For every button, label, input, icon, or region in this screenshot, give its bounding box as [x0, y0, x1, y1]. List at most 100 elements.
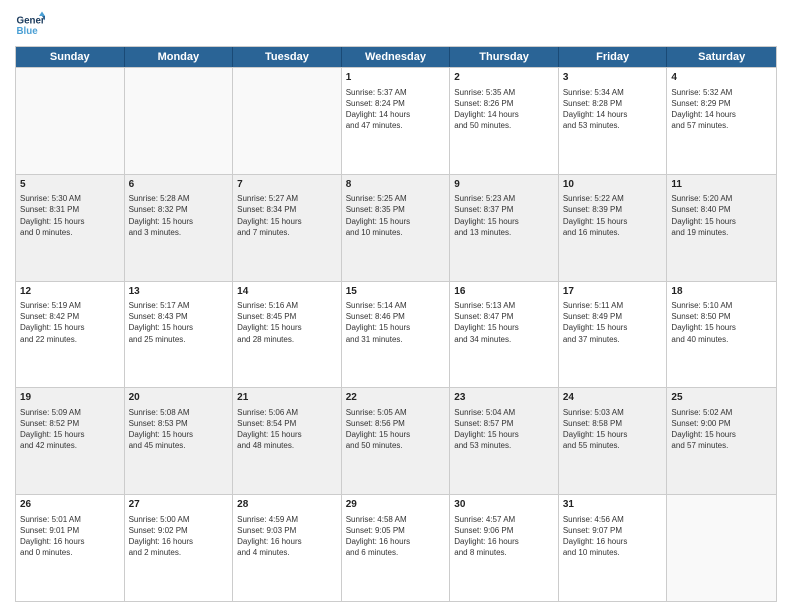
logo: General Blue	[15, 10, 45, 40]
calendar-cell: 5Sunrise: 5:30 AM Sunset: 8:31 PM Daylig…	[16, 175, 125, 281]
day-header-saturday: Saturday	[667, 47, 776, 67]
calendar-header: SundayMondayTuesdayWednesdayThursdayFrid…	[16, 47, 776, 67]
day-content: Sunrise: 4:56 AM Sunset: 9:07 PM Dayligh…	[563, 514, 663, 559]
calendar-cell: 11Sunrise: 5:20 AM Sunset: 8:40 PM Dayli…	[667, 175, 776, 281]
day-content: Sunrise: 5:34 AM Sunset: 8:28 PM Dayligh…	[563, 87, 663, 132]
calendar-cell: 16Sunrise: 5:13 AM Sunset: 8:47 PM Dayli…	[450, 282, 559, 388]
calendar-cell: 17Sunrise: 5:11 AM Sunset: 8:49 PM Dayli…	[559, 282, 668, 388]
calendar-cell: 8Sunrise: 5:25 AM Sunset: 8:35 PM Daylig…	[342, 175, 451, 281]
day-content: Sunrise: 5:17 AM Sunset: 8:43 PM Dayligh…	[129, 300, 229, 345]
day-content: Sunrise: 5:03 AM Sunset: 8:58 PM Dayligh…	[563, 407, 663, 452]
day-number: 25	[671, 391, 772, 405]
day-content: Sunrise: 5:35 AM Sunset: 8:26 PM Dayligh…	[454, 87, 554, 132]
day-header-thursday: Thursday	[450, 47, 559, 67]
calendar-cell: 31 Sunrise: 4:56 AM Sunset: 9:07 PM Dayli…	[559, 495, 668, 601]
day-number: 14	[237, 285, 337, 299]
calendar-cell: 10Sunrise: 5:22 AM Sunset: 8:39 PM Dayli…	[559, 175, 668, 281]
day-header-tuesday: Tuesday	[233, 47, 342, 67]
day-content: Sunrise: 5:27 AM Sunset: 8:34 PM Dayligh…	[237, 193, 337, 238]
day-content: Sunrise: 5:28 AM Sunset: 8:32 PM Dayligh…	[129, 193, 229, 238]
day-content: Sunrise: 5:00 AM Sunset: 9:02 PM Dayligh…	[129, 514, 229, 559]
day-header-monday: Monday	[125, 47, 234, 67]
calendar-cell: 9Sunrise: 5:23 AM Sunset: 8:37 PM Daylig…	[450, 175, 559, 281]
day-content: Sunrise: 5:02 AM Sunset: 9:00 PM Dayligh…	[671, 407, 772, 452]
day-content: Sunrise: 5:06 AM Sunset: 8:54 PM Dayligh…	[237, 407, 337, 452]
logo-icon: General Blue	[15, 10, 45, 40]
svg-text:Blue: Blue	[17, 26, 39, 37]
day-content: Sunrise: 5:22 AM Sunset: 8:39 PM Dayligh…	[563, 193, 663, 238]
day-content: Sunrise: 5:19 AM Sunset: 8:42 PM Dayligh…	[20, 300, 120, 345]
day-number: 15	[346, 285, 446, 299]
day-number: 10	[563, 178, 663, 192]
header: General Blue	[15, 10, 777, 40]
day-number: 5	[20, 178, 120, 192]
calendar-week-1: 1 Sunrise: 5:37 AM Sunset: 8:24 PM Daylig…	[16, 67, 776, 174]
calendar-cell: 20 Sunrise: 5:08 AM Sunset: 8:53 PM Dayli…	[125, 388, 234, 494]
calendar-cell: 14Sunrise: 5:16 AM Sunset: 8:45 PM Dayli…	[233, 282, 342, 388]
day-number: 17	[563, 285, 663, 299]
day-content: Sunrise: 5:37 AM Sunset: 8:24 PM Dayligh…	[346, 87, 446, 132]
day-content: Sunrise: 4:57 AM Sunset: 9:06 PM Dayligh…	[454, 514, 554, 559]
day-number: 2	[454, 71, 554, 85]
calendar-cell	[667, 495, 776, 601]
day-content: Sunrise: 5:20 AM Sunset: 8:40 PM Dayligh…	[671, 193, 772, 238]
day-number: 6	[129, 178, 229, 192]
svg-text:General: General	[17, 16, 46, 27]
day-content: Sunrise: 5:32 AM Sunset: 8:29 PM Dayligh…	[671, 87, 772, 132]
day-content: Sunrise: 5:11 AM Sunset: 8:49 PM Dayligh…	[563, 300, 663, 345]
day-number: 1	[346, 71, 446, 85]
day-number: 13	[129, 285, 229, 299]
calendar-cell: 13Sunrise: 5:17 AM Sunset: 8:43 PM Dayli…	[125, 282, 234, 388]
day-number: 29	[346, 498, 446, 512]
day-header-sunday: Sunday	[16, 47, 125, 67]
calendar-week-2: 5Sunrise: 5:30 AM Sunset: 8:31 PM Daylig…	[16, 174, 776, 281]
day-number: 7	[237, 178, 337, 192]
day-number: 19	[20, 391, 120, 405]
calendar-cell: 27 Sunrise: 5:00 AM Sunset: 9:02 PM Dayli…	[125, 495, 234, 601]
day-number: 28	[237, 498, 337, 512]
day-number: 16	[454, 285, 554, 299]
calendar-cell: 6Sunrise: 5:28 AM Sunset: 8:32 PM Daylig…	[125, 175, 234, 281]
day-content: Sunrise: 5:09 AM Sunset: 8:52 PM Dayligh…	[20, 407, 120, 452]
day-content: Sunrise: 5:13 AM Sunset: 8:47 PM Dayligh…	[454, 300, 554, 345]
day-number: 21	[237, 391, 337, 405]
calendar-cell: 28 Sunrise: 4:59 AM Sunset: 9:03 PM Dayli…	[233, 495, 342, 601]
day-number: 3	[563, 71, 663, 85]
calendar-cell: 30Sunrise: 4:57 AM Sunset: 9:06 PM Dayli…	[450, 495, 559, 601]
day-number: 18	[671, 285, 772, 299]
day-number: 24	[563, 391, 663, 405]
calendar-cell: 2 Sunrise: 5:35 AM Sunset: 8:26 PM Daylig…	[450, 68, 559, 174]
day-number: 31	[563, 498, 663, 512]
calendar-cell: 22Sunrise: 5:05 AM Sunset: 8:56 PM Dayli…	[342, 388, 451, 494]
calendar-cell: 29 Sunrise: 4:58 AM Sunset: 9:05 PM Dayli…	[342, 495, 451, 601]
day-number: 12	[20, 285, 120, 299]
calendar-cell: 4 Sunrise: 5:32 AM Sunset: 8:29 PM Daylig…	[667, 68, 776, 174]
day-number: 4	[671, 71, 772, 85]
day-number: 8	[346, 178, 446, 192]
page: General Blue SundayMondayTuesdayWednesda…	[0, 0, 792, 612]
calendar-cell: 1 Sunrise: 5:37 AM Sunset: 8:24 PM Daylig…	[342, 68, 451, 174]
day-content: Sunrise: 5:08 AM Sunset: 8:53 PM Dayligh…	[129, 407, 229, 452]
day-header-friday: Friday	[559, 47, 668, 67]
calendar-cell: 3 Sunrise: 5:34 AM Sunset: 8:28 PM Daylig…	[559, 68, 668, 174]
day-number: 11	[671, 178, 772, 192]
calendar-cell	[16, 68, 125, 174]
day-number: 27	[129, 498, 229, 512]
day-header-wednesday: Wednesday	[342, 47, 451, 67]
calendar-week-4: 19 Sunrise: 5:09 AM Sunset: 8:52 PM Dayli…	[16, 387, 776, 494]
calendar-cell: 26Sunrise: 5:01 AM Sunset: 9:01 PM Dayli…	[16, 495, 125, 601]
calendar-cell: 24 Sunrise: 5:03 AM Sunset: 8:58 PM Dayli…	[559, 388, 668, 494]
calendar: SundayMondayTuesdayWednesdayThursdayFrid…	[15, 46, 777, 602]
day-content: Sunrise: 5:30 AM Sunset: 8:31 PM Dayligh…	[20, 193, 120, 238]
day-number: 20	[129, 391, 229, 405]
calendar-cell: 25 Sunrise: 5:02 AM Sunset: 9:00 PM Dayli…	[667, 388, 776, 494]
calendar-cell: 18Sunrise: 5:10 AM Sunset: 8:50 PM Dayli…	[667, 282, 776, 388]
day-content: Sunrise: 4:58 AM Sunset: 9:05 PM Dayligh…	[346, 514, 446, 559]
calendar-cell	[233, 68, 342, 174]
calendar-body: 1 Sunrise: 5:37 AM Sunset: 8:24 PM Daylig…	[16, 67, 776, 601]
calendar-week-5: 26Sunrise: 5:01 AM Sunset: 9:01 PM Dayli…	[16, 494, 776, 601]
calendar-cell: 21 Sunrise: 5:06 AM Sunset: 8:54 PM Dayli…	[233, 388, 342, 494]
calendar-cell: 7Sunrise: 5:27 AM Sunset: 8:34 PM Daylig…	[233, 175, 342, 281]
day-content: Sunrise: 4:59 AM Sunset: 9:03 PM Dayligh…	[237, 514, 337, 559]
day-content: Sunrise: 5:04 AM Sunset: 8:57 PM Dayligh…	[454, 407, 554, 452]
